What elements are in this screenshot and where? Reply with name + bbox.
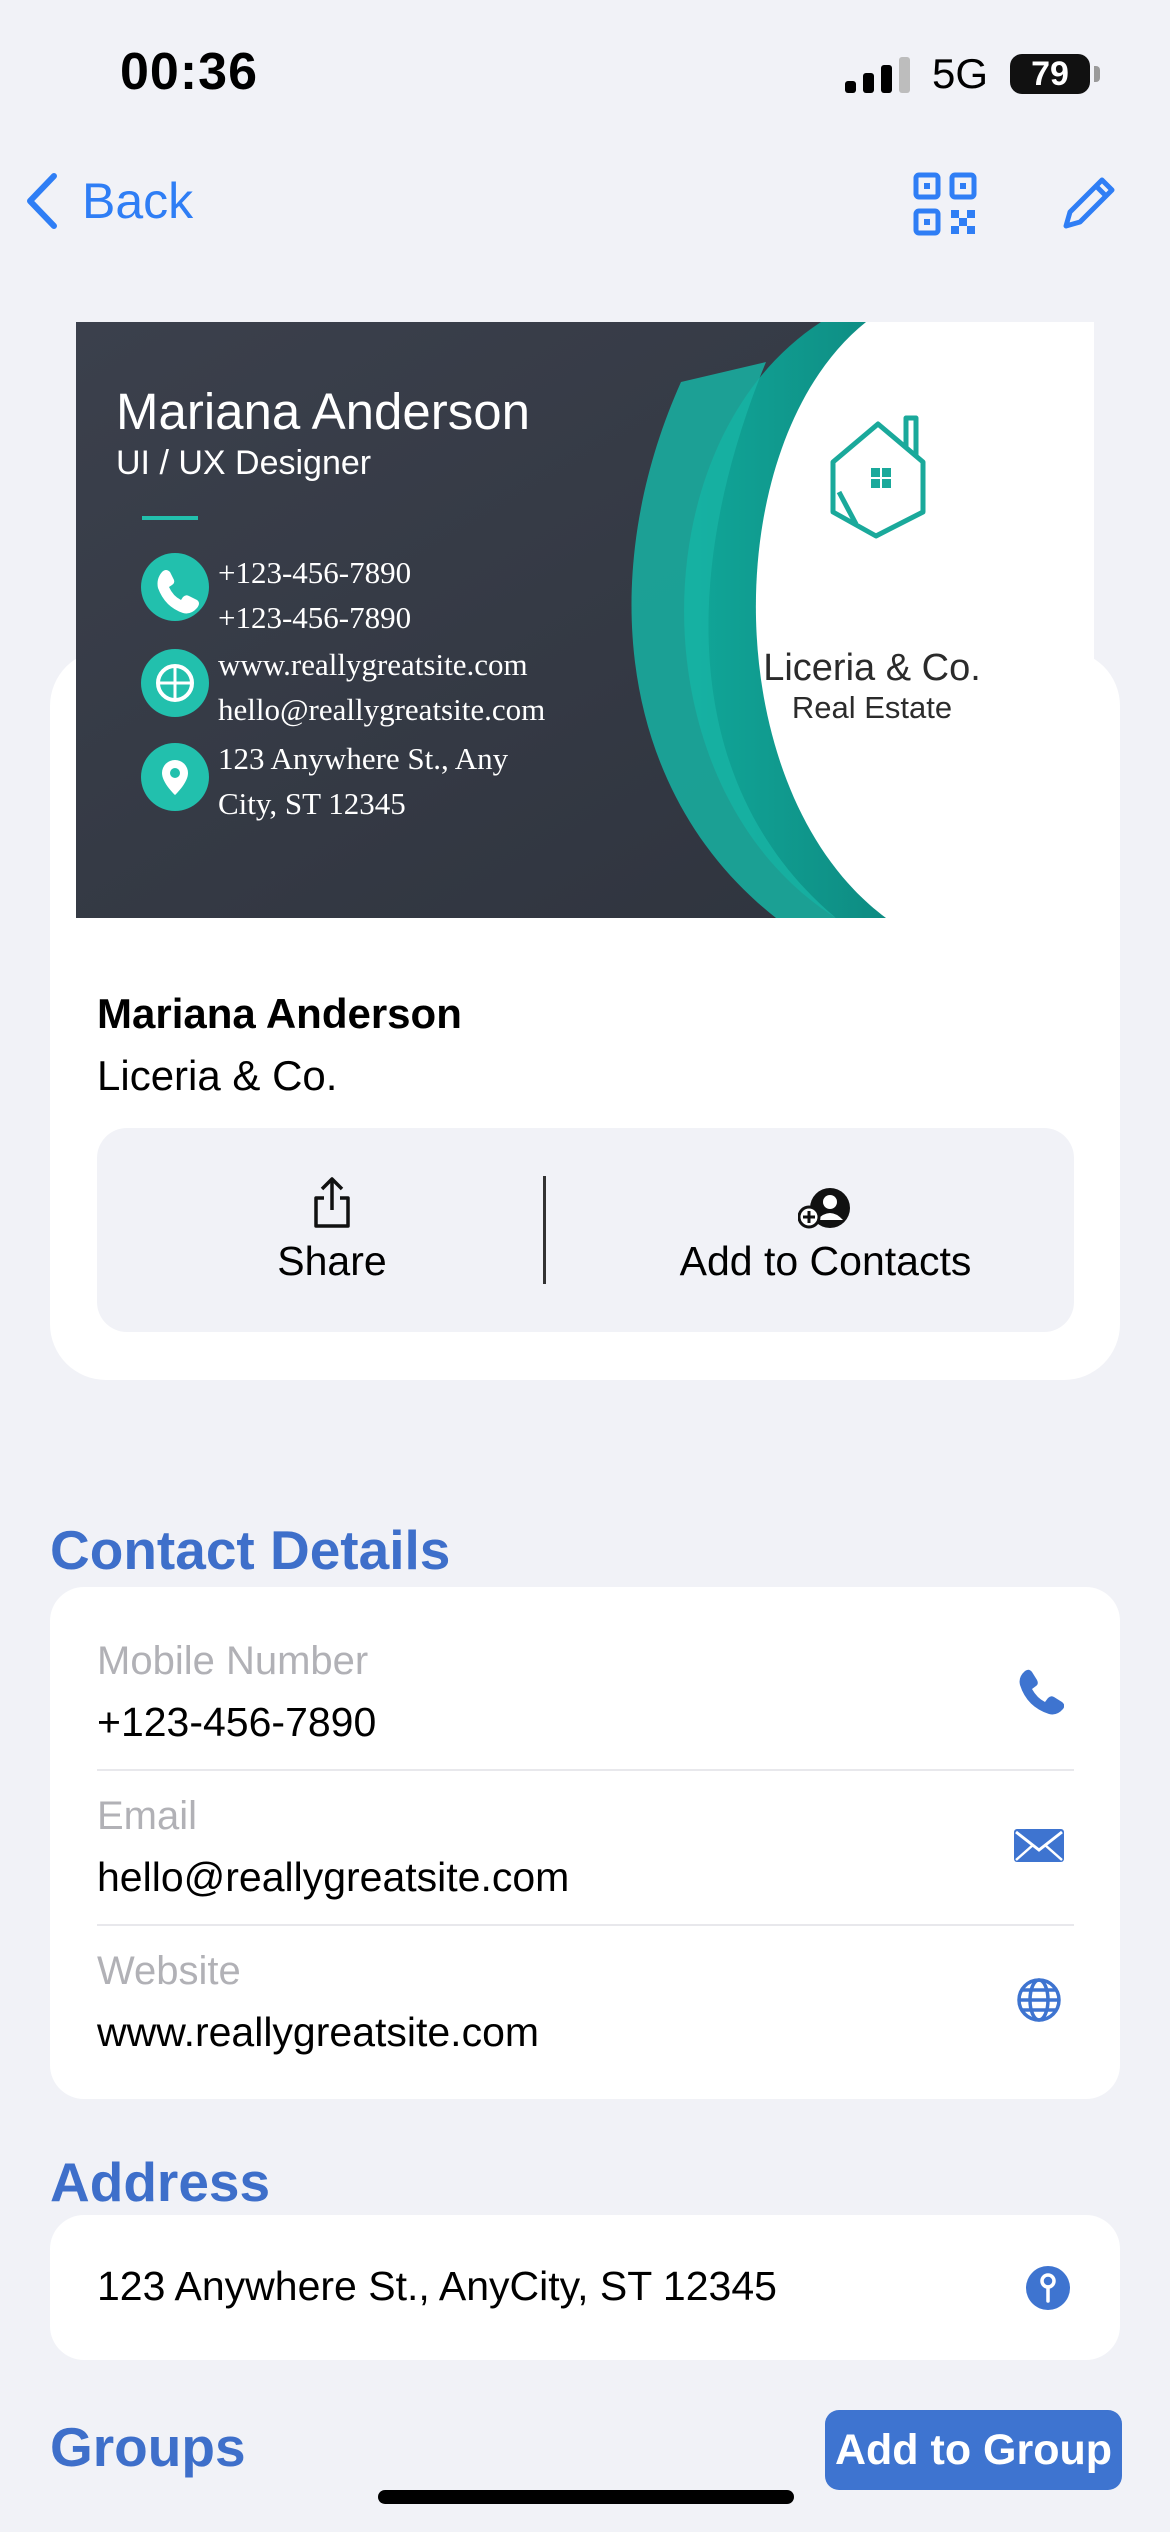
globe-icon[interactable]: [1014, 1975, 1064, 2025]
signal-icon: [844, 55, 910, 93]
card-phone-1: +123-456-7890: [218, 555, 412, 590]
card-web: www.reallygreatsite.com hello@reallygrea…: [218, 642, 545, 732]
network-label: 5G: [931, 50, 988, 97]
card-email: hello@reallygreatsite.com: [218, 692, 546, 727]
add-to-group-button[interactable]: Add to Group: [825, 2410, 1122, 2490]
mobile-number-value: +123-456-7890: [97, 1699, 377, 1745]
email-value: hello@reallygreatsite.com: [97, 1854, 570, 1900]
contact-name: Mariana Anderson: [97, 990, 462, 1037]
card-phone-2: +123-456-7890: [218, 600, 412, 635]
mobile-number-row[interactable]: Mobile Number +123-456-7890: [97, 1587, 1074, 1745]
map-pin-icon[interactable]: [1024, 2264, 1072, 2312]
home-indicator[interactable]: [378, 2490, 794, 2504]
groups-heading: Groups: [50, 2416, 246, 2478]
website-value: www.reallygreatsite.com: [97, 2009, 540, 2055]
battery-level: 79: [1031, 55, 1069, 93]
share-label: Share: [277, 1237, 387, 1284]
share-button[interactable]: Share: [97, 1128, 567, 1332]
add-to-contacts-button[interactable]: Add to Contacts: [577, 1128, 1074, 1332]
address-value: 123 Anywhere St., AnyCity, ST 12345: [97, 2263, 777, 2309]
chevron-left-icon: [27, 173, 57, 229]
mobile-number-label: Mobile Number: [97, 1639, 369, 1683]
action-bar: Share Add to Contacts: [97, 1128, 1074, 1332]
add-contact-icon: [797, 1187, 850, 1228]
website-row[interactable]: Website www.reallygreatsite.com: [97, 1897, 1074, 2055]
contact-details-heading: Contact Details: [50, 1519, 451, 1581]
address-heading: Address: [50, 2151, 271, 2213]
status-indicators: 5G 79: [844, 50, 1100, 98]
back-label: Back: [82, 173, 194, 229]
card-address: 123 Anywhere St., Any City, ST 12345: [218, 736, 508, 826]
website-label: Website: [97, 1949, 241, 1993]
contact-company: Liceria & Co.: [97, 1052, 338, 1099]
card-title: UI / UX Designer: [116, 444, 372, 482]
card-name: Mariana Anderson: [116, 383, 530, 440]
business-card-image: Mariana Anderson UI / UX Designer +123-4…: [76, 322, 1094, 918]
status-time: 00:36: [120, 43, 258, 101]
card-company: Liceria & Co.: [763, 647, 981, 689]
share-icon: [314, 1176, 350, 1228]
mail-icon[interactable]: [1014, 1820, 1064, 1870]
card-phones: +123-456-7890 +123-456-7890: [218, 550, 411, 640]
back-button[interactable]: Back: [24, 172, 193, 230]
card-address-line-2: City, ST 12345: [218, 786, 406, 821]
card-address-line-1: 123 Anywhere St., Any: [218, 741, 509, 776]
card-website: www.reallygreatsite.com: [218, 647, 528, 682]
add-to-contacts-label: Add to Contacts: [679, 1237, 972, 1284]
edit-pencil-icon[interactable]: [1058, 172, 1120, 234]
phone-icon[interactable]: [1014, 1665, 1064, 1715]
email-row[interactable]: Email hello@reallygreatsite.com: [97, 1742, 1074, 1900]
card-tagline: Real Estate: [791, 690, 953, 725]
qr-code-icon[interactable]: [913, 172, 977, 236]
email-label: Email: [97, 1794, 198, 1838]
action-divider: [543, 1176, 546, 1284]
battery-icon: 79: [1010, 54, 1100, 94]
